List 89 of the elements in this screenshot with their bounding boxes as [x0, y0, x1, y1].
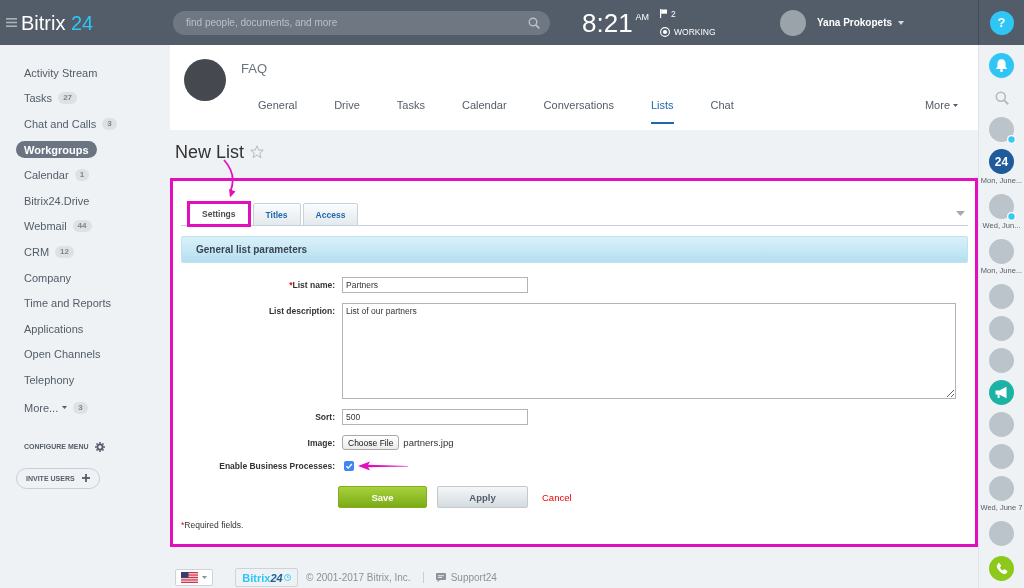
record-icon[interactable] — [660, 26, 670, 37]
avatar[interactable] — [989, 348, 1014, 373]
counter-badge: 3 — [102, 118, 117, 130]
avatar[interactable] — [989, 284, 1014, 309]
clock-period: AM — [635, 11, 650, 22]
counter-badge: 3 — [73, 401, 88, 414]
chat-logo[interactable]: 24 — [989, 149, 1014, 174]
section-header: General list parameters — [181, 236, 968, 263]
chat-icon — [435, 573, 446, 582]
group-name: FAQ — [241, 60, 267, 78]
cancel-link[interactable]: Cancel — [542, 491, 572, 503]
phone-icon[interactable] — [989, 556, 1014, 581]
group-tab[interactable]: Tasks — [396, 90, 425, 124]
menu-icon[interactable] — [6, 18, 17, 27]
group-tab[interactable]: Conversations — [543, 90, 614, 124]
group-tab[interactable]: Chat — [710, 90, 734, 124]
avatar[interactable] — [989, 239, 1014, 264]
user-avatar — [780, 9, 806, 36]
group-photo — [184, 59, 226, 101]
sidebar-item[interactable]: More... 3 — [24, 399, 88, 417]
sidebar-item[interactable]: Webmail 44 — [24, 217, 92, 235]
sidebar-item[interactable]: Workgroups — [16, 141, 97, 159]
page-title: New List — [175, 141, 245, 164]
flag-icon — [660, 9, 667, 18]
avatar[interactable] — [989, 194, 1014, 219]
star-icon[interactable] — [250, 145, 265, 159]
field-label: Image: — [307, 437, 335, 448]
form-tab[interactable]: Titles — [252, 203, 301, 226]
caret-icon — [62, 406, 68, 410]
clock-icon — [283, 574, 291, 581]
search-field[interactable]: find people, documents, and more — [173, 10, 550, 35]
avatar[interactable] — [989, 476, 1014, 501]
choose-file-button[interactable]: Choose File — [342, 435, 400, 450]
counter-badge: 12 — [55, 245, 74, 258]
caret-icon — [953, 103, 958, 107]
plus-icon — [81, 474, 90, 483]
sidebar-item[interactable]: Bitrix24.Drive — [24, 192, 90, 210]
counter-badge: 27 — [58, 92, 78, 105]
sidebar-item[interactable]: Time and Reports — [24, 294, 112, 312]
work-status: WORKING — [674, 26, 716, 37]
textarea-field[interactable]: List of our partners — [342, 303, 956, 399]
sidebar-item[interactable]: Activity Stream — [24, 64, 98, 82]
search-icon[interactable] — [528, 16, 540, 29]
megaphone-icon[interactable] — [989, 380, 1014, 405]
flag-icon — [181, 572, 198, 583]
counter-badge: 44 — [72, 220, 92, 233]
sidebar-item[interactable]: Telephony — [24, 371, 75, 389]
sidebar-item[interactable]: Chat and Calls 3 — [24, 115, 117, 133]
field-label: List description: — [268, 305, 335, 316]
avatar[interactable] — [989, 316, 1014, 341]
counter-badge: 1 — [74, 169, 90, 182]
group-tab[interactable]: Calendar — [461, 90, 507, 124]
footer-logo-link[interactable]: Bitrix24 — [235, 568, 298, 587]
field-label: *List name: — [289, 280, 335, 290]
checkbox[interactable] — [344, 461, 354, 471]
sidebar-item[interactable]: Calendar 1 — [24, 166, 90, 184]
logo[interactable]: Bitrix 24 — [21, 10, 94, 35]
apply-button[interactable]: Apply — [437, 486, 528, 508]
avatar[interactable] — [989, 412, 1014, 437]
sidebar-item[interactable]: Tasks 27 — [24, 89, 78, 107]
dropdown-caret-icon[interactable] — [956, 210, 965, 216]
caret-icon — [202, 576, 207, 579]
sidebar-item[interactable]: CRM 12 — [24, 243, 74, 261]
group-tab[interactable]: Lists — [650, 90, 674, 124]
flag-count: 2 — [671, 8, 676, 19]
sidebar-item[interactable]: Company — [24, 269, 72, 287]
group-tab[interactable]: General — [258, 90, 298, 124]
search-icon[interactable] — [994, 90, 1009, 105]
required-fields-note: *Required fields. — [181, 519, 245, 531]
avatar[interactable] — [989, 117, 1014, 142]
field-label: Sort: — [315, 412, 335, 422]
text-input[interactable]: Partners — [342, 277, 528, 293]
form-tab[interactable]: Access — [302, 203, 359, 226]
file-name: partners.jpg — [403, 437, 454, 448]
avatar[interactable] — [989, 444, 1014, 469]
avatar[interactable] — [989, 521, 1014, 546]
caret-icon — [898, 20, 905, 25]
language-selector[interactable] — [175, 569, 213, 586]
more-menu[interactable]: More — [924, 90, 958, 120]
sidebar-item[interactable]: Applications — [24, 320, 84, 338]
settings-icon — [94, 441, 105, 452]
group-tab[interactable]: Drive — [334, 90, 360, 124]
copyright-text: © 2001-2017 Bitrix, Inc. — [306, 572, 411, 583]
user-menu[interactable]: Yana Prokopets — [780, 9, 905, 36]
bell-icon[interactable] — [989, 53, 1014, 78]
clock-time: 8:21 — [582, 8, 633, 37]
text-input[interactable]: 500 — [342, 409, 528, 425]
field-label: Enable Business Processes: — [219, 461, 335, 471]
sidebar-item[interactable]: Open Channels — [24, 345, 101, 363]
